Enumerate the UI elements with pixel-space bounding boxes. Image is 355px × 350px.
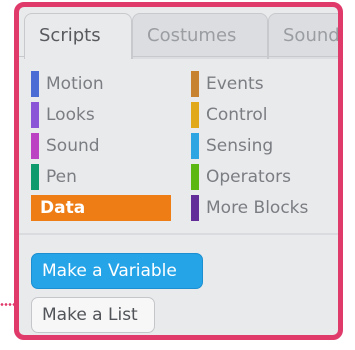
category-label: Looks [46, 105, 95, 125]
pen-color-swatch [31, 164, 39, 190]
category-control[interactable]: Control [191, 102, 267, 128]
category-label: Data [40, 198, 86, 218]
tab-sounds[interactable]: Sounds [268, 13, 338, 59]
tab-bar: Scripts Costumes Sounds [19, 7, 338, 59]
tab-scripts[interactable]: Scripts [24, 13, 132, 59]
category-list: Motion Looks Sound Pen Data Events Contr… [19, 57, 338, 233]
motion-color-swatch [31, 71, 39, 97]
looks-color-swatch [31, 102, 39, 128]
category-sensing[interactable]: Sensing [191, 133, 273, 159]
callout-dots [0, 303, 14, 306]
sensing-color-swatch [191, 133, 199, 159]
category-looks[interactable]: Looks [31, 102, 95, 128]
more-blocks-color-swatch [191, 195, 199, 221]
category-label: Motion [46, 74, 104, 94]
category-label: Sound [46, 136, 100, 156]
events-color-swatch [191, 71, 199, 97]
make-list-button[interactable]: Make a List [31, 297, 155, 333]
category-label: Pen [46, 167, 77, 187]
category-label: Sensing [206, 136, 274, 156]
category-events[interactable]: Events [191, 71, 264, 97]
category-motion[interactable]: Motion [31, 71, 104, 97]
category-label: More Blocks [206, 198, 309, 218]
make-variable-button[interactable]: Make a Variable [31, 253, 203, 289]
blocks-palette-panel: Scripts Costumes Sounds Motion Looks Sou… [14, 2, 343, 340]
control-color-swatch [191, 102, 199, 128]
palette-divider [19, 233, 338, 235]
category-label: Events [206, 74, 264, 94]
operators-color-swatch [191, 164, 199, 190]
category-operators[interactable]: Operators [191, 164, 291, 190]
category-data[interactable]: Data [31, 195, 171, 221]
tab-costumes[interactable]: Costumes [132, 13, 268, 59]
category-label: Control [206, 105, 268, 125]
category-label: Operators [206, 167, 291, 187]
category-sound[interactable]: Sound [31, 133, 100, 159]
category-pen[interactable]: Pen [31, 164, 77, 190]
sound-color-swatch [31, 133, 39, 159]
category-more-blocks[interactable]: More Blocks [191, 195, 308, 221]
